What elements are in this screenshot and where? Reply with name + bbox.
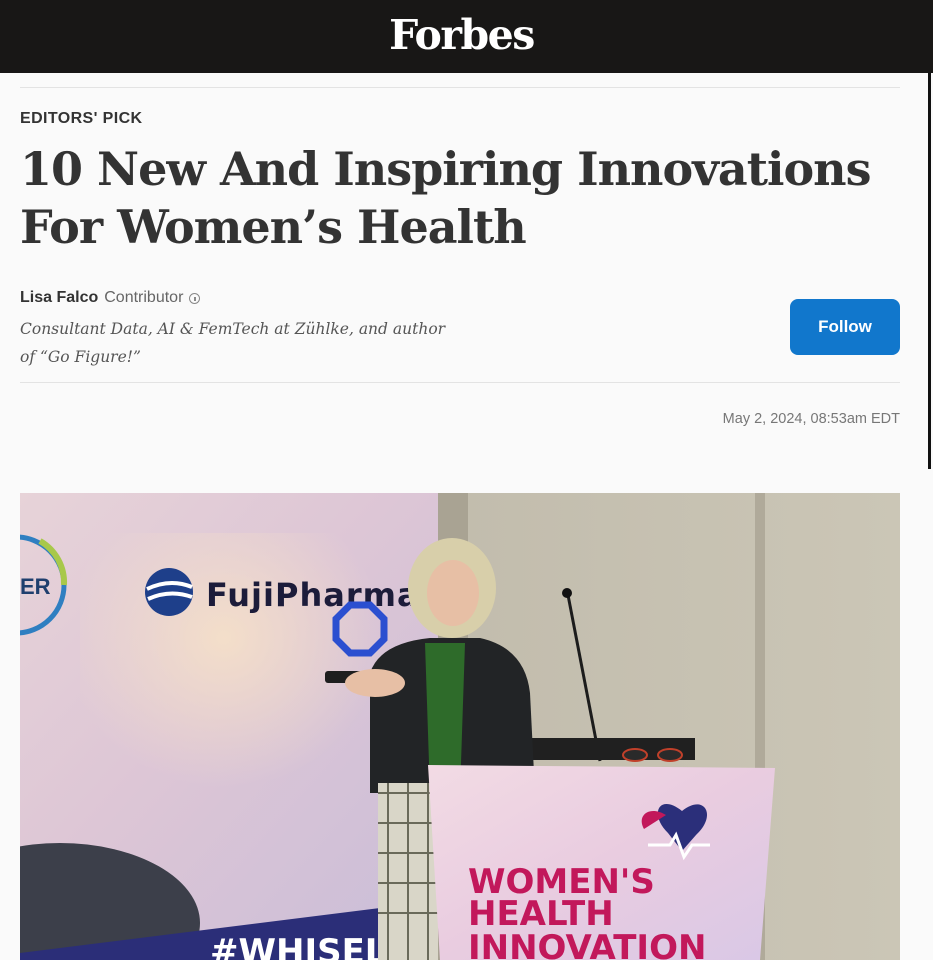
sponsor-fujipharma-text: FujiPharma — [206, 576, 420, 614]
author-role: Contributor — [104, 289, 184, 306]
author-name-link[interactable]: Lisa Falco — [20, 288, 98, 308]
forbes-logo[interactable]: Forbes — [389, 11, 535, 59]
editors-pick-label: EDITORS' PICK — [20, 110, 143, 127]
sponsor-partial-text: ER — [20, 574, 51, 599]
headline-line-2: For Women’s Health — [20, 200, 527, 254]
scrollbar[interactable] — [928, 73, 931, 469]
hero-photo-illustration: ER FujiPharma #WHISEL WOMEN'S HEALTH INN… — [20, 493, 900, 960]
info-icon[interactable] — [189, 292, 201, 304]
article-headline: 10 New And Inspiring Innovations For Wom… — [20, 140, 900, 256]
follow-button[interactable]: Follow — [790, 299, 900, 355]
hashtag-partial-text: #WHISEL — [210, 932, 386, 960]
publish-timestamp: May 2, 2024, 08:53am EDT — [722, 411, 900, 427]
author-bio: Consultant Data, AI & FemTech at Zühlke,… — [20, 315, 490, 371]
hero-image[interactable]: ER FujiPharma #WHISEL WOMEN'S HEALTH INN… — [20, 493, 900, 960]
author-bio-line-1: Consultant Data, AI & FemTech at Zühlke,… — [20, 320, 446, 338]
author-bio-line-2: of “Go Figure!” — [20, 348, 141, 366]
divider — [20, 382, 900, 383]
top-header-bar: Forbes — [0, 0, 933, 73]
banner-text-line-3: INNOVATION — [468, 928, 706, 960]
author-byline: Lisa Falco Contributor — [20, 288, 201, 308]
headline-line-1: 10 New And Inspiring Innovations — [20, 142, 871, 196]
divider — [20, 87, 900, 88]
